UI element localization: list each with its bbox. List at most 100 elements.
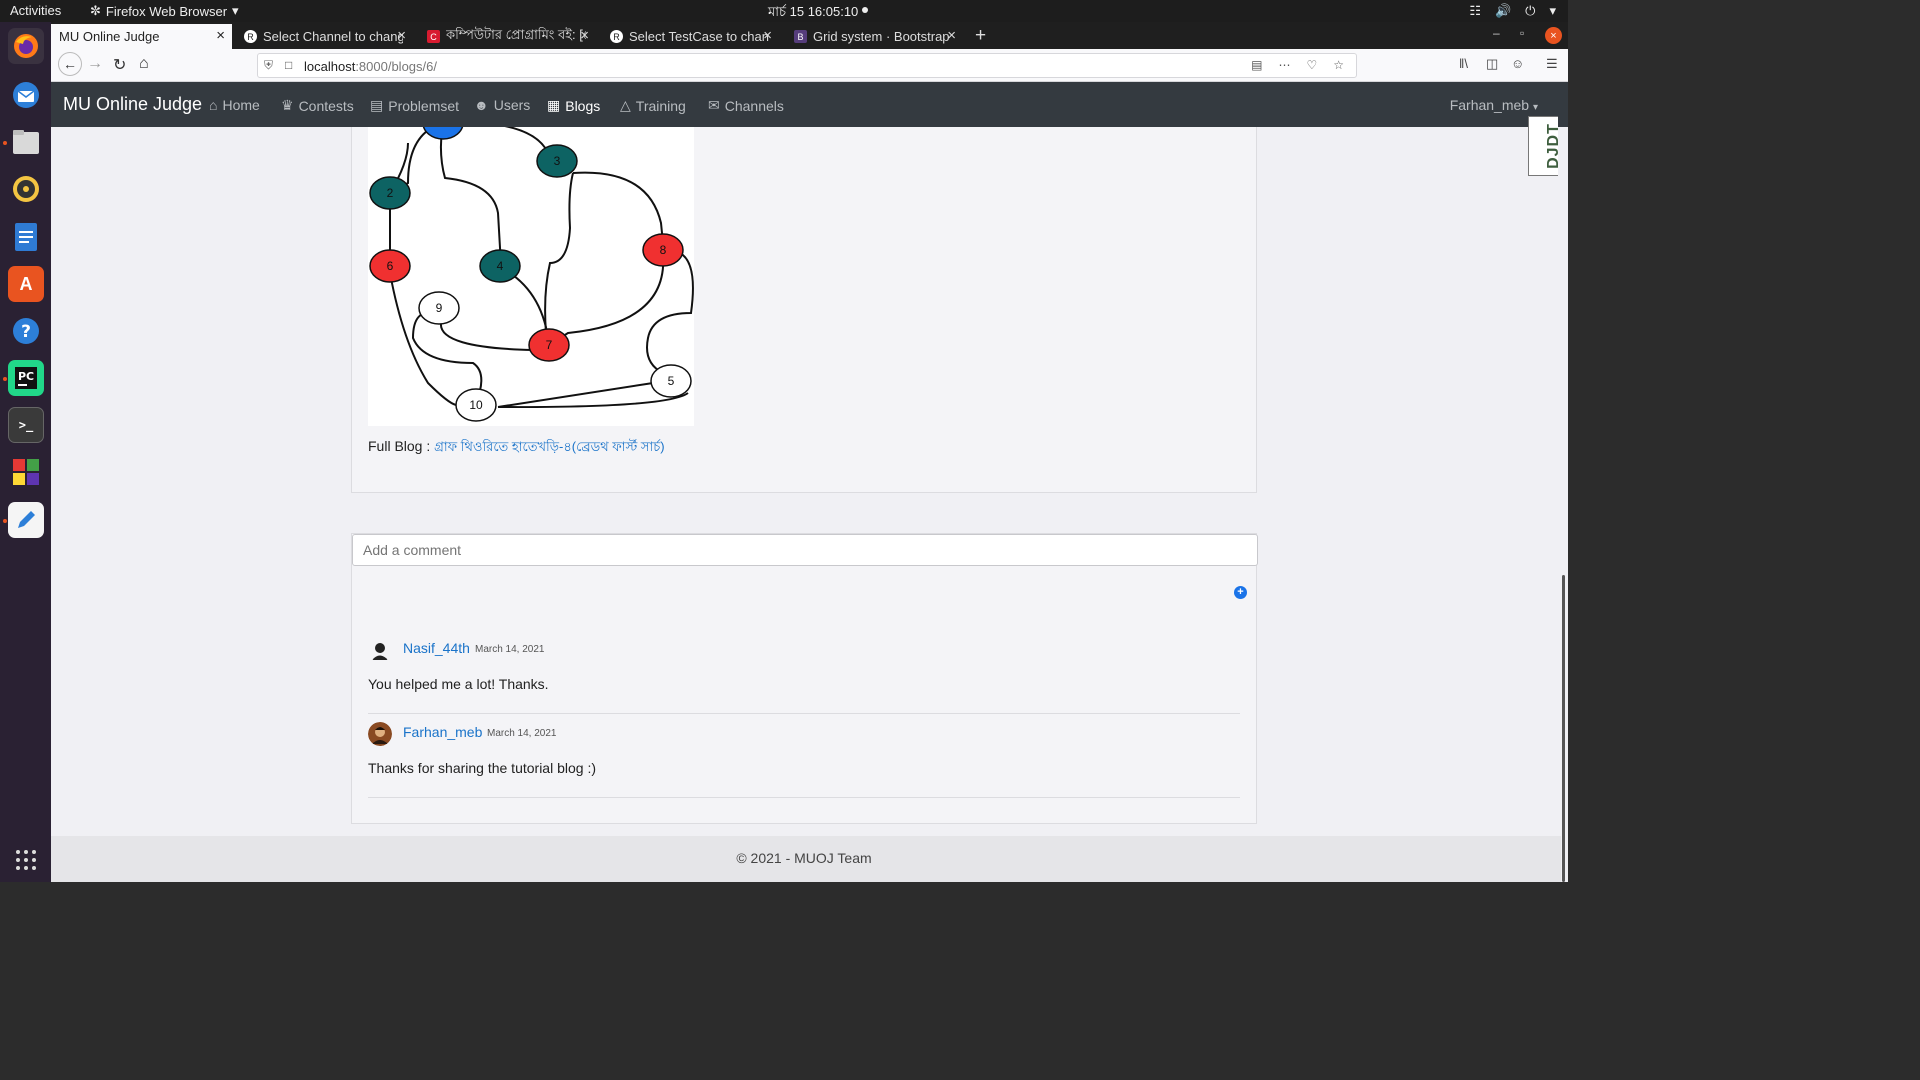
tab-label: MU Online Judge <box>59 29 160 44</box>
newspaper-icon: ▦ <box>547 97 561 113</box>
graph-node-label: 1 <box>440 127 447 130</box>
comment-item: Farhan_meb March 14, 2021 Thanks for sha… <box>368 714 1240 798</box>
nav-contests[interactable]: ♛ Contests <box>281 97 354 114</box>
bookmark-star-icon[interactable]: ☆ <box>1333 58 1344 72</box>
nav-training[interactable]: △ Training <box>620 97 686 114</box>
scrollbar-thumb[interactable] <box>1562 575 1565 882</box>
software-center-icon[interactable]: A <box>8 266 44 302</box>
nav-home[interactable]: ⌂ Home <box>209 97 260 113</box>
app-grid-color-icon[interactable] <box>8 454 44 490</box>
graph-node-7: 7 <box>528 328 570 362</box>
full-blog-label: Full Blog : <box>368 438 435 454</box>
graph-node-2: 2 <box>369 176 411 210</box>
graph-node-10: 10 <box>455 388 497 422</box>
graph-node-label: 4 <box>497 259 504 273</box>
dock: A ? PC >_ <box>0 22 51 882</box>
site-brand[interactable]: MU Online Judge <box>63 94 202 115</box>
url-text[interactable]: localhost:8000/blogs/6/ <box>304 59 437 74</box>
tab-label: Grid system · Bootstrap <box>813 29 950 44</box>
graph-node-label: 8 <box>660 243 667 257</box>
add-comment-icon[interactable]: + <box>1234 586 1247 599</box>
window-close-icon[interactable]: × <box>1545 27 1562 44</box>
user-menu[interactable]: Farhan_meb ▾ <box>1450 97 1538 113</box>
reload-icon[interactable]: ↻ <box>113 55 126 75</box>
footer-text: © 2021 - MUOJ Team <box>736 850 872 866</box>
firefox-icon[interactable] <box>8 28 44 64</box>
new-tab-icon[interactable]: + <box>975 25 986 47</box>
pocket-icon[interactable]: ♡ <box>1306 58 1317 72</box>
comment-input[interactable] <box>352 534 1258 566</box>
pycharm-icon[interactable]: PC <box>8 360 44 396</box>
graph-node-9: 9 <box>418 291 460 325</box>
terminal-icon[interactable]: >_ <box>8 407 44 443</box>
nav-problemset[interactable]: ▤ Problemset <box>370 97 459 114</box>
nav-channels[interactable]: ✉ Channels <box>708 97 784 114</box>
tab-bootstrap-grid[interactable]: B Grid system · Bootstrap × <box>786 24 963 49</box>
close-tab-icon[interactable]: × <box>947 27 956 44</box>
close-tab-icon[interactable]: × <box>580 27 589 44</box>
app-menu[interactable]: ✼ Firefox Web Browser ▾ <box>90 3 239 19</box>
volume-icon: 🔊 <box>1494 3 1512 18</box>
power-icon: ⏻ <box>1525 3 1536 18</box>
nav-blogs[interactable]: ▦ Blogs <box>547 97 600 114</box>
help-icon[interactable]: ? <box>8 313 44 349</box>
graph-node-label: 3 <box>554 154 561 168</box>
nav-users[interactable]: ☻ Users <box>474 97 530 113</box>
site-footer: © 2021 - MUOJ Team <box>51 836 1561 882</box>
hamburger-menu-icon[interactable]: ☰ <box>1546 56 1558 72</box>
sidebar-icon[interactable]: ◫ <box>1486 56 1498 72</box>
tracking-shield-icon[interactable]: ⛨ <box>264 58 273 73</box>
home-icon[interactable]: ⌂ <box>139 55 149 73</box>
page-actions-icon[interactable]: ⋯ <box>1278 58 1290 72</box>
page-scrollbar[interactable] <box>1561 127 1568 882</box>
avatar[interactable] <box>368 638 392 662</box>
bootstrap-icon: B <box>794 30 807 43</box>
thunderbird-icon[interactable] <box>8 77 44 113</box>
activities-button[interactable]: Activities <box>10 3 61 18</box>
forward-icon[interactable]: → <box>87 55 103 73</box>
django-debug-toolbar-handle[interactable]: DJDT <box>1528 116 1562 176</box>
comment-author[interactable]: Farhan_meb <box>403 724 482 740</box>
system-tray[interactable]: ☷ 🔊 ⏻ ▾ <box>1469 3 1556 19</box>
blog-card: 1 2 3 4 5 6 7 8 9 10 Full Blog : গ্রাফ থিওরিতে হা… <box>351 127 1257 493</box>
close-tab-icon[interactable]: × <box>216 27 225 44</box>
library-icon[interactable]: ‖\ <box>1459 56 1468 71</box>
comment-date: March 14, 2021 <box>475 644 545 655</box>
account-icon[interactable]: ☺ <box>1511 56 1524 71</box>
close-tab-icon[interactable]: × <box>397 27 406 44</box>
system-top-bar: Activities ✼ Firefox Web Browser ▾ মার্চ… <box>0 0 1568 22</box>
reader-view-icon[interactable]: ▤ <box>1251 58 1262 72</box>
tab-select-channel[interactable]: R Select Channel to chang × <box>236 24 413 49</box>
avatar[interactable] <box>368 722 392 746</box>
clock[interactable]: মার্চ 15 16:05:10 <box>768 3 858 24</box>
firefox-small-icon: ✼ <box>90 3 101 18</box>
comment-author[interactable]: Nasif_44th <box>403 640 470 656</box>
show-applications-icon[interactable] <box>8 842 44 878</box>
writer-icon[interactable] <box>8 219 44 255</box>
svg-text:PC: PC <box>18 370 34 383</box>
url-bar[interactable]: ⛨ □ localhost:8000/blogs/6/ ▤ ⋯ ♡ ☆ <box>257 53 1357 78</box>
tab-label: কম্পিউটার প্রোগ্রামিং বই: [প্রো <box>446 27 586 42</box>
restore-icon[interactable]: ▫ <box>1520 26 1524 40</box>
close-tab-icon[interactable]: × <box>763 27 772 44</box>
tab-select-testcase[interactable]: R Select TestCase to chang × <box>602 24 779 49</box>
page-info-icon[interactable]: □ <box>285 58 292 72</box>
minimize-icon[interactable]: – <box>1493 26 1500 40</box>
app-menu-label: Firefox Web Browser <box>105 3 228 19</box>
graph-diagram: 1 2 3 4 5 6 7 8 9 10 <box>369 127 694 422</box>
graph-node-4: 4 <box>479 249 521 283</box>
graph-node-label: 2 <box>387 186 394 200</box>
rhythmbox-icon[interactable] <box>8 171 44 207</box>
network-icon: ☷ <box>1469 3 1481 18</box>
full-blog-line: Full Blog : গ্রাফ থিওরিতে হাতেখড়ি-৪(ব্র… <box>368 438 665 459</box>
full-blog-link[interactable]: গ্রাফ থিওরিতে হাতেখড়ি-৪(ব্রেডথ ফার্স্ট … <box>434 439 665 454</box>
list-icon: ▤ <box>370 97 384 113</box>
running-indicator <box>3 519 7 523</box>
files-icon[interactable] <box>8 124 44 160</box>
tab-programming-book[interactable]: C কম্পিউটার প্রোগ্রামিং বই: [প্রো × <box>419 24 596 49</box>
text-editor-icon[interactable] <box>8 502 44 538</box>
back-icon[interactable]: ← <box>58 52 82 76</box>
tab-mu-online-judge[interactable]: MU Online Judge × <box>51 24 232 49</box>
comment-body: You helped me a lot! Thanks. <box>368 676 549 692</box>
svg-text:?: ? <box>21 322 31 342</box>
